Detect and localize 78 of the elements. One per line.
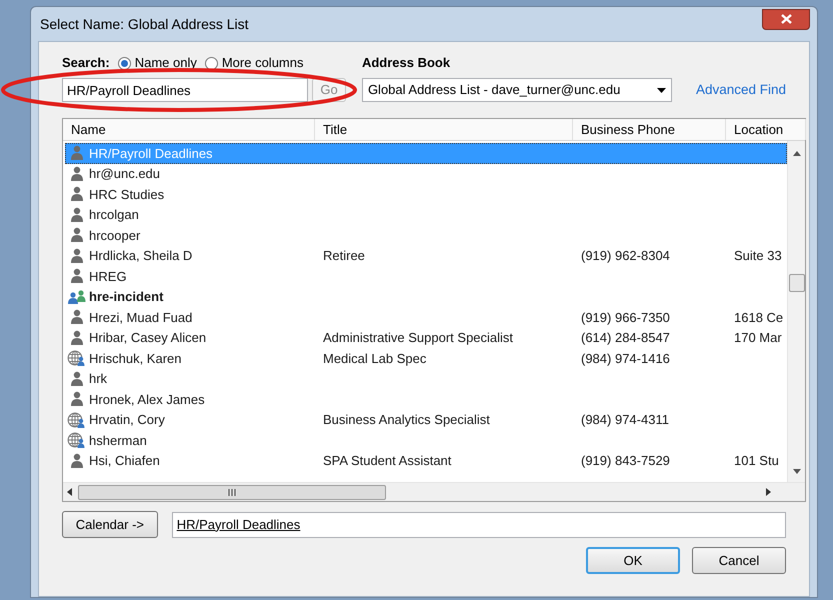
contact-location: Suite 33 [734,248,782,263]
scroll-left-icon [67,488,72,496]
contact-name: Hrdlicka, Sheila D [89,247,192,265]
horizontal-scrollbar[interactable] [63,482,805,501]
contact-name: HR/Payroll Deadlines [89,144,213,163]
advanced-find-link[interactable]: Advanced Find [696,80,786,100]
contact-row[interactable]: Hrischuk, Karen Medical Lab Spec (984) 974-1416 [65,348,787,368]
scroll-right-icon [766,488,771,496]
contact-name: Hrezi, Muad Fuad [89,308,192,326]
contact-phone: (614) 284-8547 [581,330,670,345]
contact-row[interactable]: hrk [65,368,787,389]
contact-name: HREG [89,268,127,286]
search-option-radio[interactable]: Name only [118,53,197,73]
dropdown-caret-icon [656,88,666,92]
contact-name: Hrischuk, Karen [89,350,182,368]
scroll-down-icon [793,469,801,474]
ok-button[interactable]: OK [586,547,680,574]
contact-name: hrcooper [89,226,140,245]
globe-person-icon [67,350,87,366]
contact-phone: (984) 974-1416 [581,350,670,366]
search-label: Search: [62,54,110,72]
vertical-scrollbar[interactable] [787,141,805,482]
contact-title: SPA Student Assistant [323,453,452,468]
contact-name: hrcolgan [89,206,139,224]
contact-row[interactable]: Hrezi, Muad Fuad (919) 966-7350 1618 Ce [65,307,787,328]
contact-title: Business Analytics Specialist [323,412,490,427]
contact-row[interactable]: Hsi, Chiafen SPA Student Assistant (919) 843-7529 101 Stu [65,450,787,471]
close-button[interactable] [762,8,810,30]
contact-row[interactable]: Hrdlicka, Sheila D Retiree (919) 962-8304 Suite 33 [65,246,787,266]
contact-location: 1618 Ce [734,310,784,324]
contact-name: Hrvatin, Cory [89,411,165,429]
contact-row[interactable]: hre-incident [65,286,787,307]
contact-row[interactable]: Hronek, Alex James [65,389,787,410]
contact-row[interactable]: HRC Studies [65,184,787,204]
contact-name: hrk [89,370,108,388]
contact-title: Retiree [323,248,365,263]
column-header[interactable]: Name [63,119,315,140]
address-book-dropdown[interactable]: Global Address List - dave_turner@unc.edu [362,78,672,102]
contact-title: Administrative Support Specialist [323,330,514,345]
cancel-button[interactable]: Cancel [692,547,786,574]
contact-name: Hribar, Casey Alicen [89,329,206,347]
contact-phone: (984) 974-4311 [581,412,669,427]
window-title: Select Name: Global Address List [39,14,249,34]
close-icon [780,14,792,24]
contact-phone: (919) 843-7529 [581,453,670,468]
globe-person-icon [67,412,87,428]
address-book-label: Address Book [362,54,452,72]
contact-phone: (919) 966-7350 [581,310,670,324]
contact-name: Hsi, Chiafen [89,452,160,470]
column-header[interactable]: Location [726,119,806,140]
scroll-thumb[interactable] [78,484,386,500]
search-option-radio[interactable]: More columns [204,53,304,73]
contact-row[interactable]: hr@unc.edu [65,164,787,184]
contact-phone: (919) 962-8304 [581,248,670,263]
calendar-button[interactable]: Calendar -> [62,511,158,538]
contact-row[interactable]: hrcooper [65,225,787,246]
grip-icon [228,488,236,496]
scroll-thumb[interactable] [789,274,805,292]
contact-title: Medical Lab Spec [323,350,426,366]
contact-name: hr@unc.edu [89,165,160,183]
search-field[interactable]: HR/Payroll Deadlines [62,78,308,102]
contact-location: 170 Mar [734,330,782,345]
column-header[interactable]: Business Phone [573,119,726,140]
contact-name: Hronek, Alex James [89,390,205,408]
contact-row[interactable]: Hribar, Casey Alicen Administrative Support Specialist (614) 284-8547 170 Mar [65,328,787,348]
contact-row[interactable]: Hrvatin, Cory Business Analytics Specialist (984) 974-4311 [65,410,787,430]
contact-name: hre-incident [89,288,164,306]
recipient-field[interactable]: HR/Payroll Deadlines [172,512,786,538]
contact-name: HRC Studies [89,186,164,204]
people-icon [67,288,87,305]
contact-name: hsherman [89,432,147,450]
contact-row[interactable]: hrcolgan [65,204,787,225]
contact-row[interactable]: HREG [65,266,787,286]
globe-person-icon [67,432,87,448]
contact-row[interactable]: hsherman [65,430,787,450]
scroll-up-icon [793,151,801,156]
contact-location: 101 Stu [734,453,779,468]
column-header[interactable]: Title [315,119,573,140]
